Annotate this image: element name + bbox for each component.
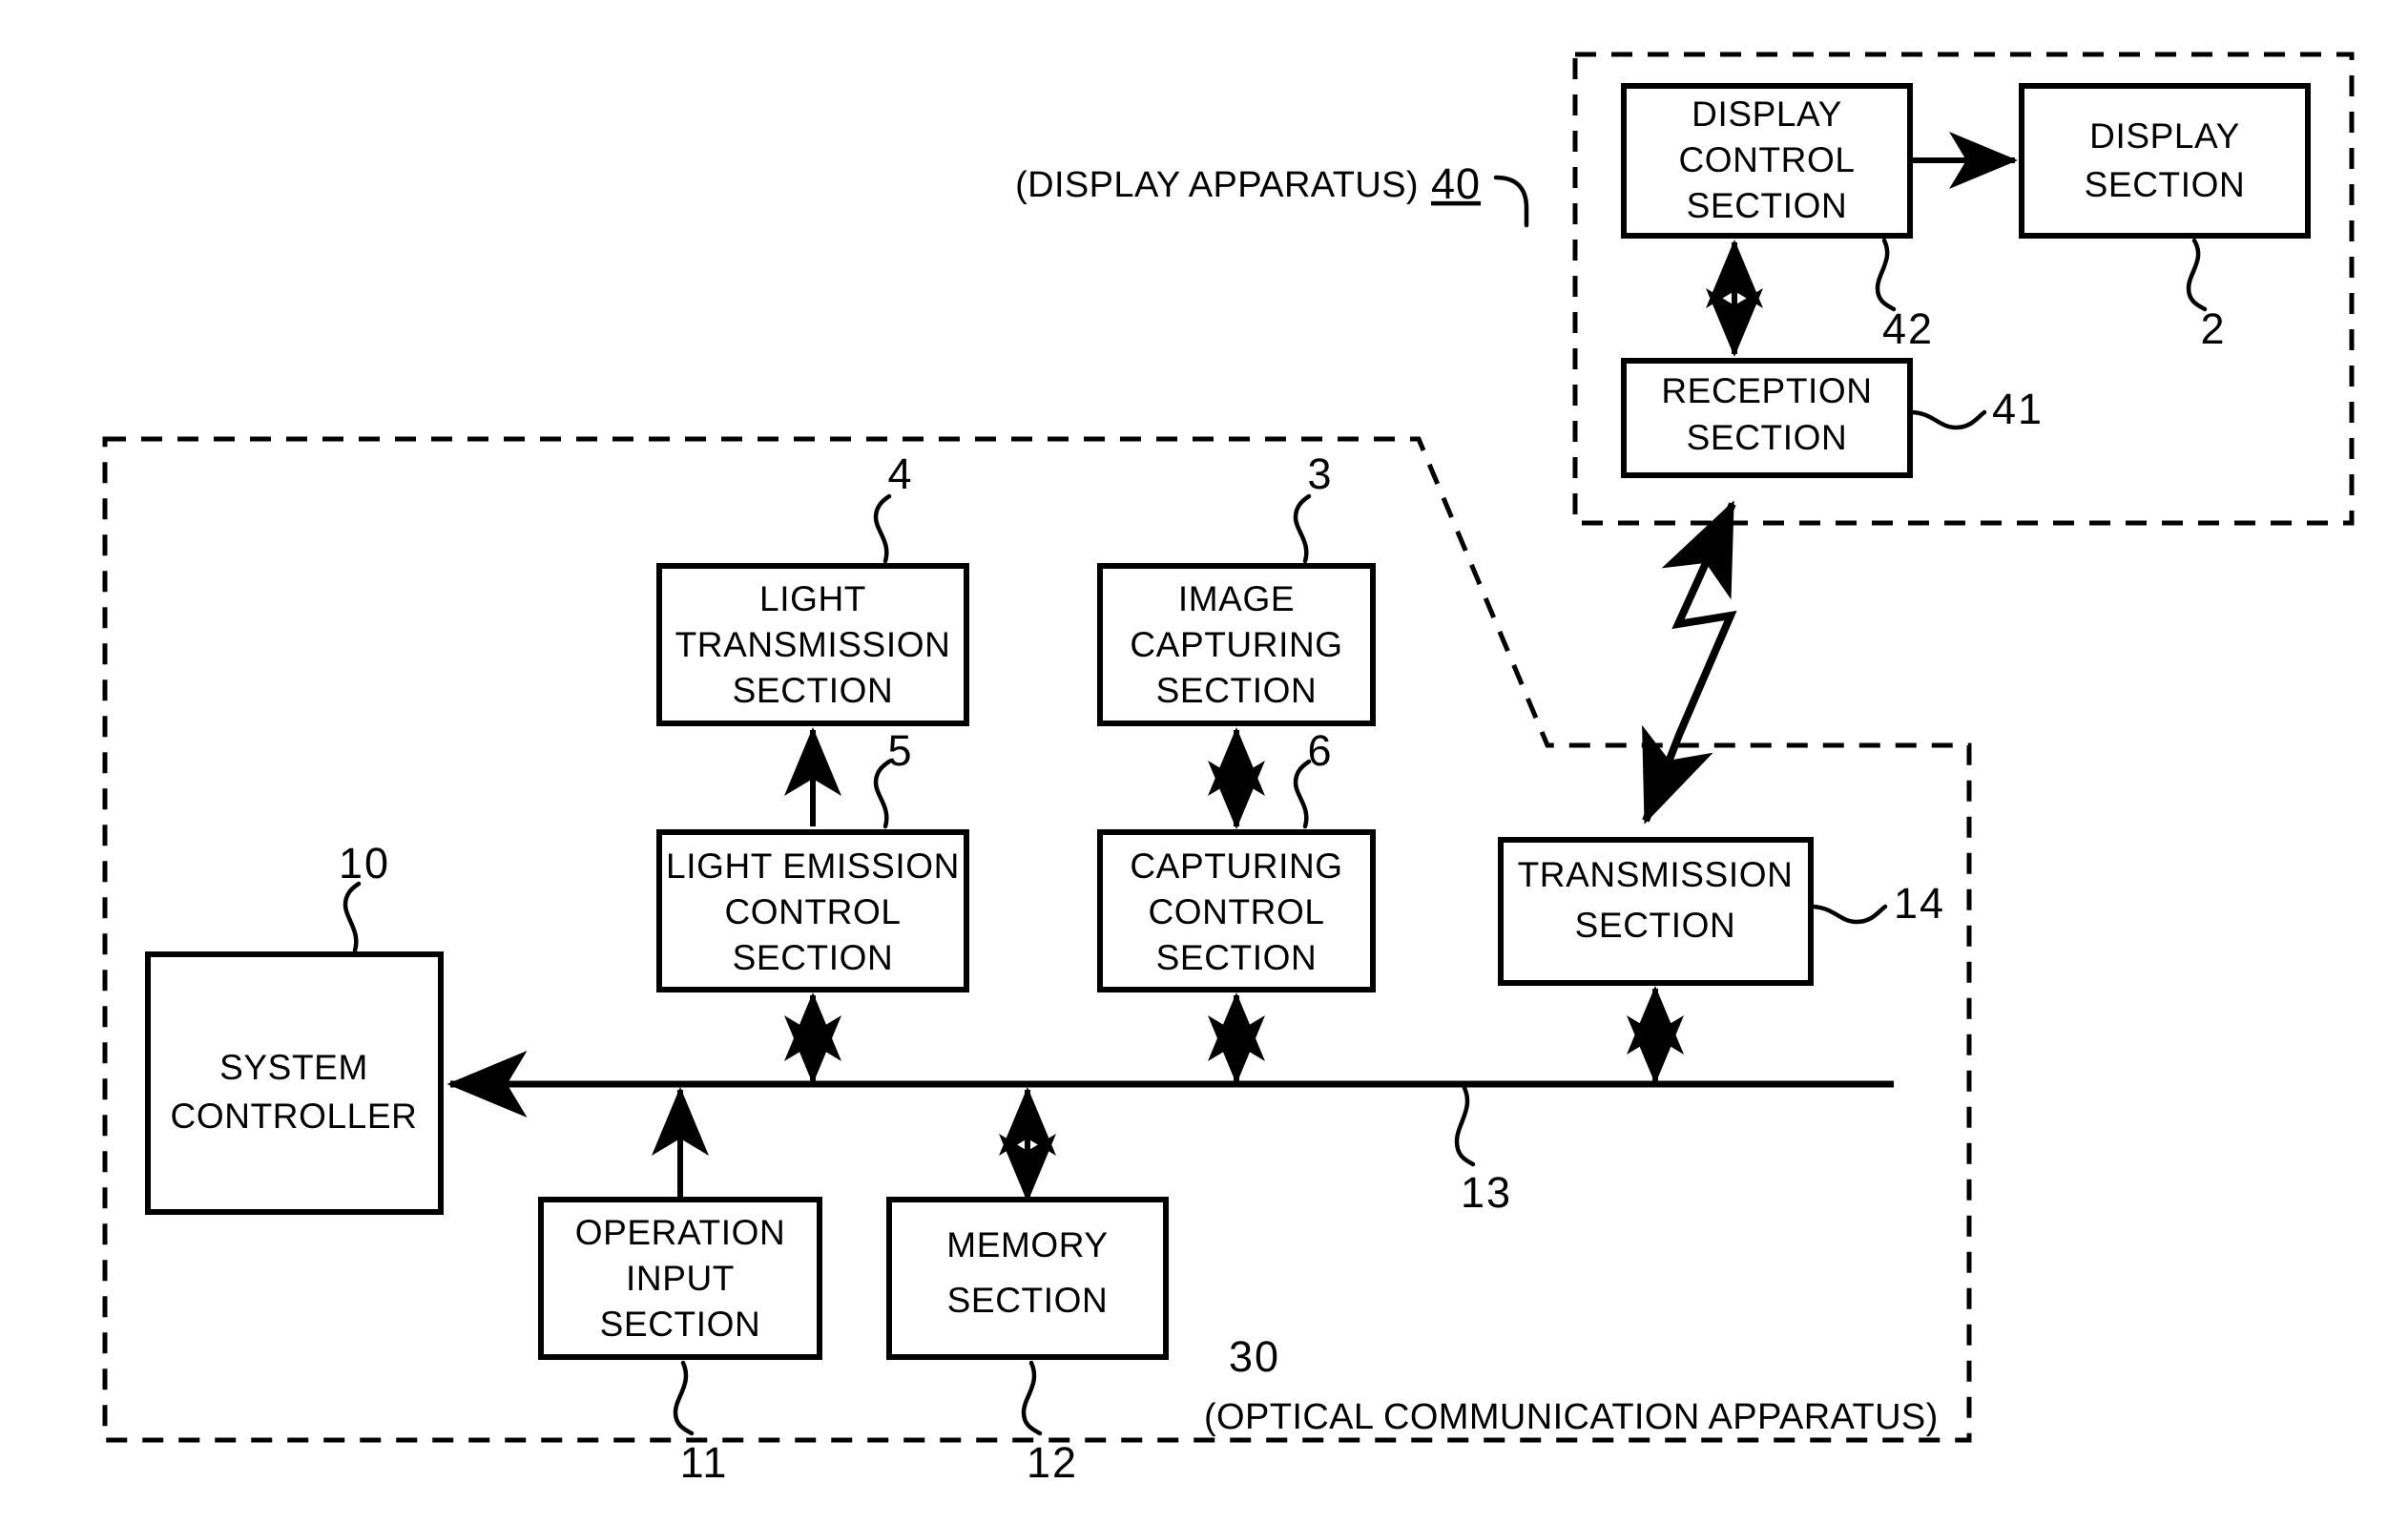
transmission-ref-leader <box>1808 904 1888 925</box>
memory-ref-leader <box>1021 1360 1043 1436</box>
light-transmission-ref-leader <box>873 493 892 564</box>
capturing-control-label-line-1: CAPTURING <box>1130 846 1342 886</box>
light-emission-control-label-line-2: CONTROL <box>724 892 901 931</box>
light-transmission-ref: 4 <box>887 449 913 498</box>
operation-input-label-line-1: OPERATION <box>575 1213 786 1252</box>
memory-label-line-1: MEMORY <box>946 1225 1108 1264</box>
display-apparatus-leader <box>1493 175 1529 228</box>
display-control-section-label-line-2: CONTROL <box>1678 140 1855 179</box>
system-controller-ref: 10 <box>339 839 390 888</box>
reception-section-ref: 41 <box>1992 385 2044 433</box>
image-capturing-label-line-1: IMAGE <box>1178 579 1295 618</box>
display-section-ref: 2 <box>2200 304 2226 353</box>
display-section-ref-leader <box>2186 238 2208 312</box>
operation-input-label-line-2: INPUT <box>626 1259 735 1298</box>
display-control-section-label-line-1: DISPLAY <box>1692 94 1842 134</box>
figure-canvas: (DISPLAY APPARATUS) 40 DISPLAY CONTROL S… <box>0 0 2408 1525</box>
optical-apparatus-ref: 30 <box>1229 1332 1280 1381</box>
optical-apparatus-caption: (OPTICAL COMMUNICATION APPARATUS) <box>1204 1397 1939 1437</box>
memory-section-box[interactable] <box>886 1197 1169 1360</box>
reception-section-label-line-2: SECTION <box>1687 418 1848 457</box>
system-controller-label-line-2: CONTROLLER <box>171 1097 418 1136</box>
display-control-ref-leader <box>1875 238 1897 312</box>
display-apparatus-caption: (DISPLAY APPARATUS) <box>1015 165 1419 205</box>
display-control-section-label-line-3: SECTION <box>1687 186 1848 225</box>
image-capturing-ref-leader <box>1293 493 1312 564</box>
reception-section-label-line-1: RECEPTION <box>1661 371 1872 410</box>
display-section-label-line-2: SECTION <box>2085 165 2246 204</box>
image-capturing-label-line-2: CAPTURING <box>1130 625 1342 664</box>
block-diagram-svg: (DISPLAY APPARATUS) 40 DISPLAY CONTROL S… <box>102 52 2355 1487</box>
operation-input-ref-leader <box>673 1360 695 1436</box>
light-transmission-label-line-3: SECTION <box>733 671 894 710</box>
bus-ref-leader <box>1454 1085 1476 1167</box>
operation-input-ref: 11 <box>680 1438 729 1487</box>
capturing-control-label-line-3: SECTION <box>1156 938 1318 977</box>
reception-section-ref-leader <box>1907 409 1987 430</box>
image-capturing-label-line-3: SECTION <box>1156 671 1318 710</box>
light-transmission-label-line-1: LIGHT <box>759 579 866 618</box>
system-bus-ref: 13 <box>1461 1168 1512 1217</box>
memory-label-line-2: SECTION <box>947 1281 1109 1320</box>
memory-section-ref: 12 <box>1027 1438 1078 1487</box>
transmission-section-ref: 14 <box>1894 879 1945 928</box>
light-transmission-label-line-2: TRANSMISSION <box>675 625 951 664</box>
system-controller-ref-leader <box>343 881 362 953</box>
optical-link-bolt-arrow <box>1642 500 1737 825</box>
system-controller-label-line-1: SYSTEM <box>219 1048 368 1087</box>
transmission-label-line-2: SECTION <box>1575 906 1736 945</box>
light-emission-control-ref: 5 <box>887 726 913 775</box>
image-capturing-ref: 3 <box>1307 449 1333 498</box>
display-section-box[interactable] <box>2019 83 2311 239</box>
display-control-section-ref: 42 <box>1882 304 1934 353</box>
light-emission-control-label-line-1: LIGHT EMISSION <box>666 846 960 886</box>
display-apparatus-ref: 40 <box>1431 159 1481 208</box>
capturing-control-ref: 6 <box>1307 726 1333 775</box>
operation-input-label-line-3: SECTION <box>600 1305 761 1344</box>
capturing-control-label-line-2: CONTROL <box>1148 892 1324 931</box>
light-emission-control-label-line-3: SECTION <box>733 938 894 977</box>
display-section-label-line-1: DISPLAY <box>2089 116 2240 156</box>
transmission-label-line-1: TRANSMISSION <box>1518 855 1794 894</box>
